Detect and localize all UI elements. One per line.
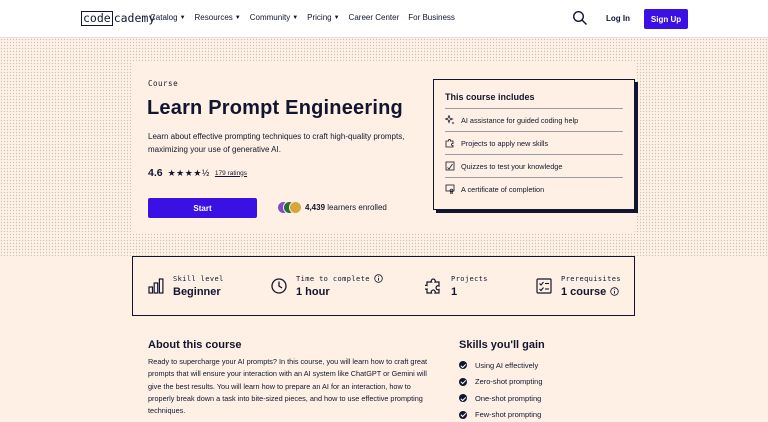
includes-item: Projects to apply new skills [445,131,623,154]
skills-heading: Skills you'll gain [459,339,545,351]
check-circle-icon [459,361,467,370]
stat-skill-level: Skill level Beginner [147,257,224,315]
check-circle-icon [459,377,467,386]
nav-links: Catalog ▼ Resources ▼ Community ▼ Pricing ▼ … [150,13,464,22]
nav-resources[interactable]: Resources ▼ [195,13,241,22]
rating-value: 4.6 [148,167,163,179]
codecademy-logo[interactable]: code cademy [81,11,155,26]
nav-community[interactable]: Community ▼ [250,13,298,22]
info-icon[interactable] [610,287,619,296]
stat-label: Time to complete [296,274,370,283]
signup-button[interactable]: Sign Up [644,9,688,29]
nav-for-business-label: For Business [408,13,455,22]
chevron-down-icon: ▼ [234,14,241,21]
checklist-icon [536,278,552,294]
stat-label-row: Time to complete [296,274,383,283]
nav-catalog[interactable]: Catalog ▼ [150,13,186,22]
info-icon[interactable] [374,274,383,283]
avatar [289,201,302,214]
course-stats-bar: Skill level Beginner Time to complete 1 … [132,256,635,316]
skill-item: Using AI effectively [459,357,543,374]
includes-item: Quizzes to test your knowledge [445,154,623,177]
includes-item: A certificate of completion [445,177,623,200]
top-navbar: code cademy Catalog ▼ Resources ▼ Communit… [0,0,768,38]
learners-count: 4,439 [305,203,326,212]
chevron-down-icon: ▼ [179,14,186,21]
skill-label: Few-shot prompting [475,410,542,420]
learners-text: learners enrolled [327,203,387,212]
course-eyebrow: Course [148,79,179,88]
includes-item-label: Quizzes to test your knowledge [461,161,563,171]
quiz-icon [445,161,455,171]
learner-avatars [277,201,303,215]
certificate-icon [445,184,455,194]
logo-code-box: code [81,11,113,26]
ratings-count-link[interactable]: 179 ratings [215,170,247,177]
bar-chart-icon [148,278,164,294]
logo-text: cademy [113,11,156,25]
nav-career-center-label: Career Center [348,13,400,22]
stat-prerequisites: Prerequisites 1 course [535,257,621,315]
course-includes-box: This course includes AI assistance for g… [433,79,635,210]
page-title: Learn Prompt Engineering [147,97,403,119]
about-text: Ready to supercharge your AI prompts? In… [148,357,428,416]
nav-career-center[interactable]: Career Center [349,13,400,22]
includes-item-label: AI assistance for guided coding help [461,115,579,125]
skill-label: Using AI effectively [475,360,539,370]
stat-value: Beginner [173,285,221,298]
learners-enrolled: 4,439 learners enrolled [305,203,387,212]
stat-label: Prerequisites [561,274,621,283]
star-rating-icon: ★★★★½ [167,167,210,178]
puzzle-icon [445,139,454,148]
course-description: Learn about effective prompting techniqu… [148,132,405,154]
stat-value-row: 1 course [561,286,621,298]
nav-resources-label: Resources [194,13,233,22]
clock-icon [271,278,287,294]
check-circle-icon [459,394,467,403]
stat-label: Skill level [173,274,224,283]
includes-item: AI assistance for guided coding help [445,108,623,131]
stat-label: Projects [451,274,488,283]
puzzle-icon [425,278,440,294]
nav-for-business[interactable]: For Business [408,13,455,22]
about-heading: About this course [148,339,242,351]
login-link[interactable]: Log In [606,14,630,23]
nav-catalog-label: Catalog [150,13,178,22]
start-button[interactable]: Start [148,198,257,218]
stat-time: Time to complete 1 hour [270,257,383,315]
check-circle-icon [459,410,467,419]
nav-community-label: Community [249,13,291,22]
rating-row: 4.6 ★★★★½ 179 ratings [148,167,247,179]
skills-list: Using AI effectively Zero-shot prompting… [459,357,543,422]
stat-projects: Projects 1 [425,257,488,315]
search-icon[interactable] [572,10,588,26]
skill-label: One-shot prompting [475,393,542,403]
includes-item-label: A certificate of completion [461,184,545,194]
chevron-down-icon: ▼ [333,14,340,21]
skill-label: Zero-shot prompting [475,377,543,387]
nav-pricing[interactable]: Pricing ▼ [307,13,339,22]
stat-value: 1 course [561,285,607,298]
stat-value: 1 hour [296,286,330,298]
includes-item-label: Projects to apply new skills [461,138,549,148]
skill-item: One-shot prompting [459,390,543,407]
includes-title: This course includes [445,92,535,102]
skill-item: Zero-shot prompting [459,374,543,391]
nav-pricing-label: Pricing [307,13,332,22]
sparkle-icon [445,115,455,125]
stat-value: 1 [451,285,458,298]
chevron-down-icon: ▼ [292,14,299,21]
skill-item: Few-shot prompting [459,407,543,422]
